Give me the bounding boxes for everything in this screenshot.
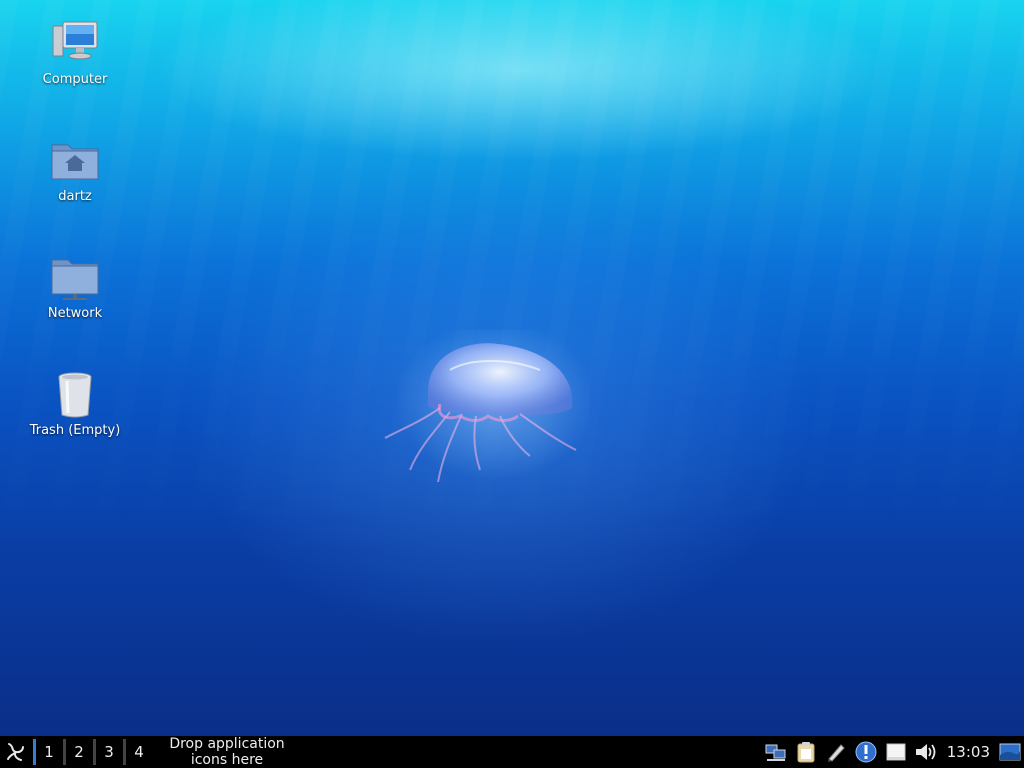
launcher-hint-line1: Drop application [169, 736, 285, 752]
computer-icon [49, 20, 101, 68]
volume-icon[interactable] [911, 736, 941, 768]
desktop-icon-computer[interactable]: Computer [20, 20, 130, 88]
network-icon[interactable] [761, 736, 791, 768]
desktop-icon-label: Network [47, 306, 103, 321]
clipboard-icon[interactable] [791, 736, 821, 768]
workspace-2-button[interactable]: 2 [66, 736, 92, 768]
home-folder-icon [49, 137, 101, 185]
desktop-icon-trash[interactable]: Trash (Empty) [20, 371, 130, 439]
workspace-3-button[interactable]: 3 [96, 736, 122, 768]
workspace-1-button[interactable]: 1 [36, 736, 62, 768]
network-folder-icon [49, 254, 101, 302]
info-icon[interactable] [851, 736, 881, 768]
workspace-4-button[interactable]: 4 [126, 736, 152, 768]
removable-drive-icon[interactable] [881, 736, 911, 768]
pen-icon[interactable] [821, 736, 851, 768]
desktop-icon-label: dartz [58, 189, 92, 204]
system-tray: 13:03 [761, 736, 1024, 768]
desktop-icon-network[interactable]: Network [20, 254, 130, 322]
desktop-icon-label: Computer [42, 72, 108, 87]
desktop-icon-label: Trash (Empty) [29, 423, 121, 438]
taskbar: 1 2 3 4 Drop application icons here 13:0… [0, 736, 1024, 768]
launcher-drop-area[interactable]: Drop application icons here [162, 736, 292, 768]
show-desktop-button[interactable] [996, 736, 1024, 768]
show-desktop-icon [999, 743, 1021, 761]
application-menu-icon [7, 743, 24, 761]
desktop-background[interactable]: Computer dartz Network Trash (Empty) [0, 0, 1024, 736]
jellyfish-wallpaper-graphic [384, 330, 590, 483]
launcher-hint-line2: icons here [190, 752, 264, 768]
trash-icon [49, 371, 101, 419]
application-menu-button[interactable] [0, 736, 32, 768]
desktop-icon-home[interactable]: dartz [20, 137, 130, 205]
clock[interactable]: 13:03 [941, 743, 996, 761]
